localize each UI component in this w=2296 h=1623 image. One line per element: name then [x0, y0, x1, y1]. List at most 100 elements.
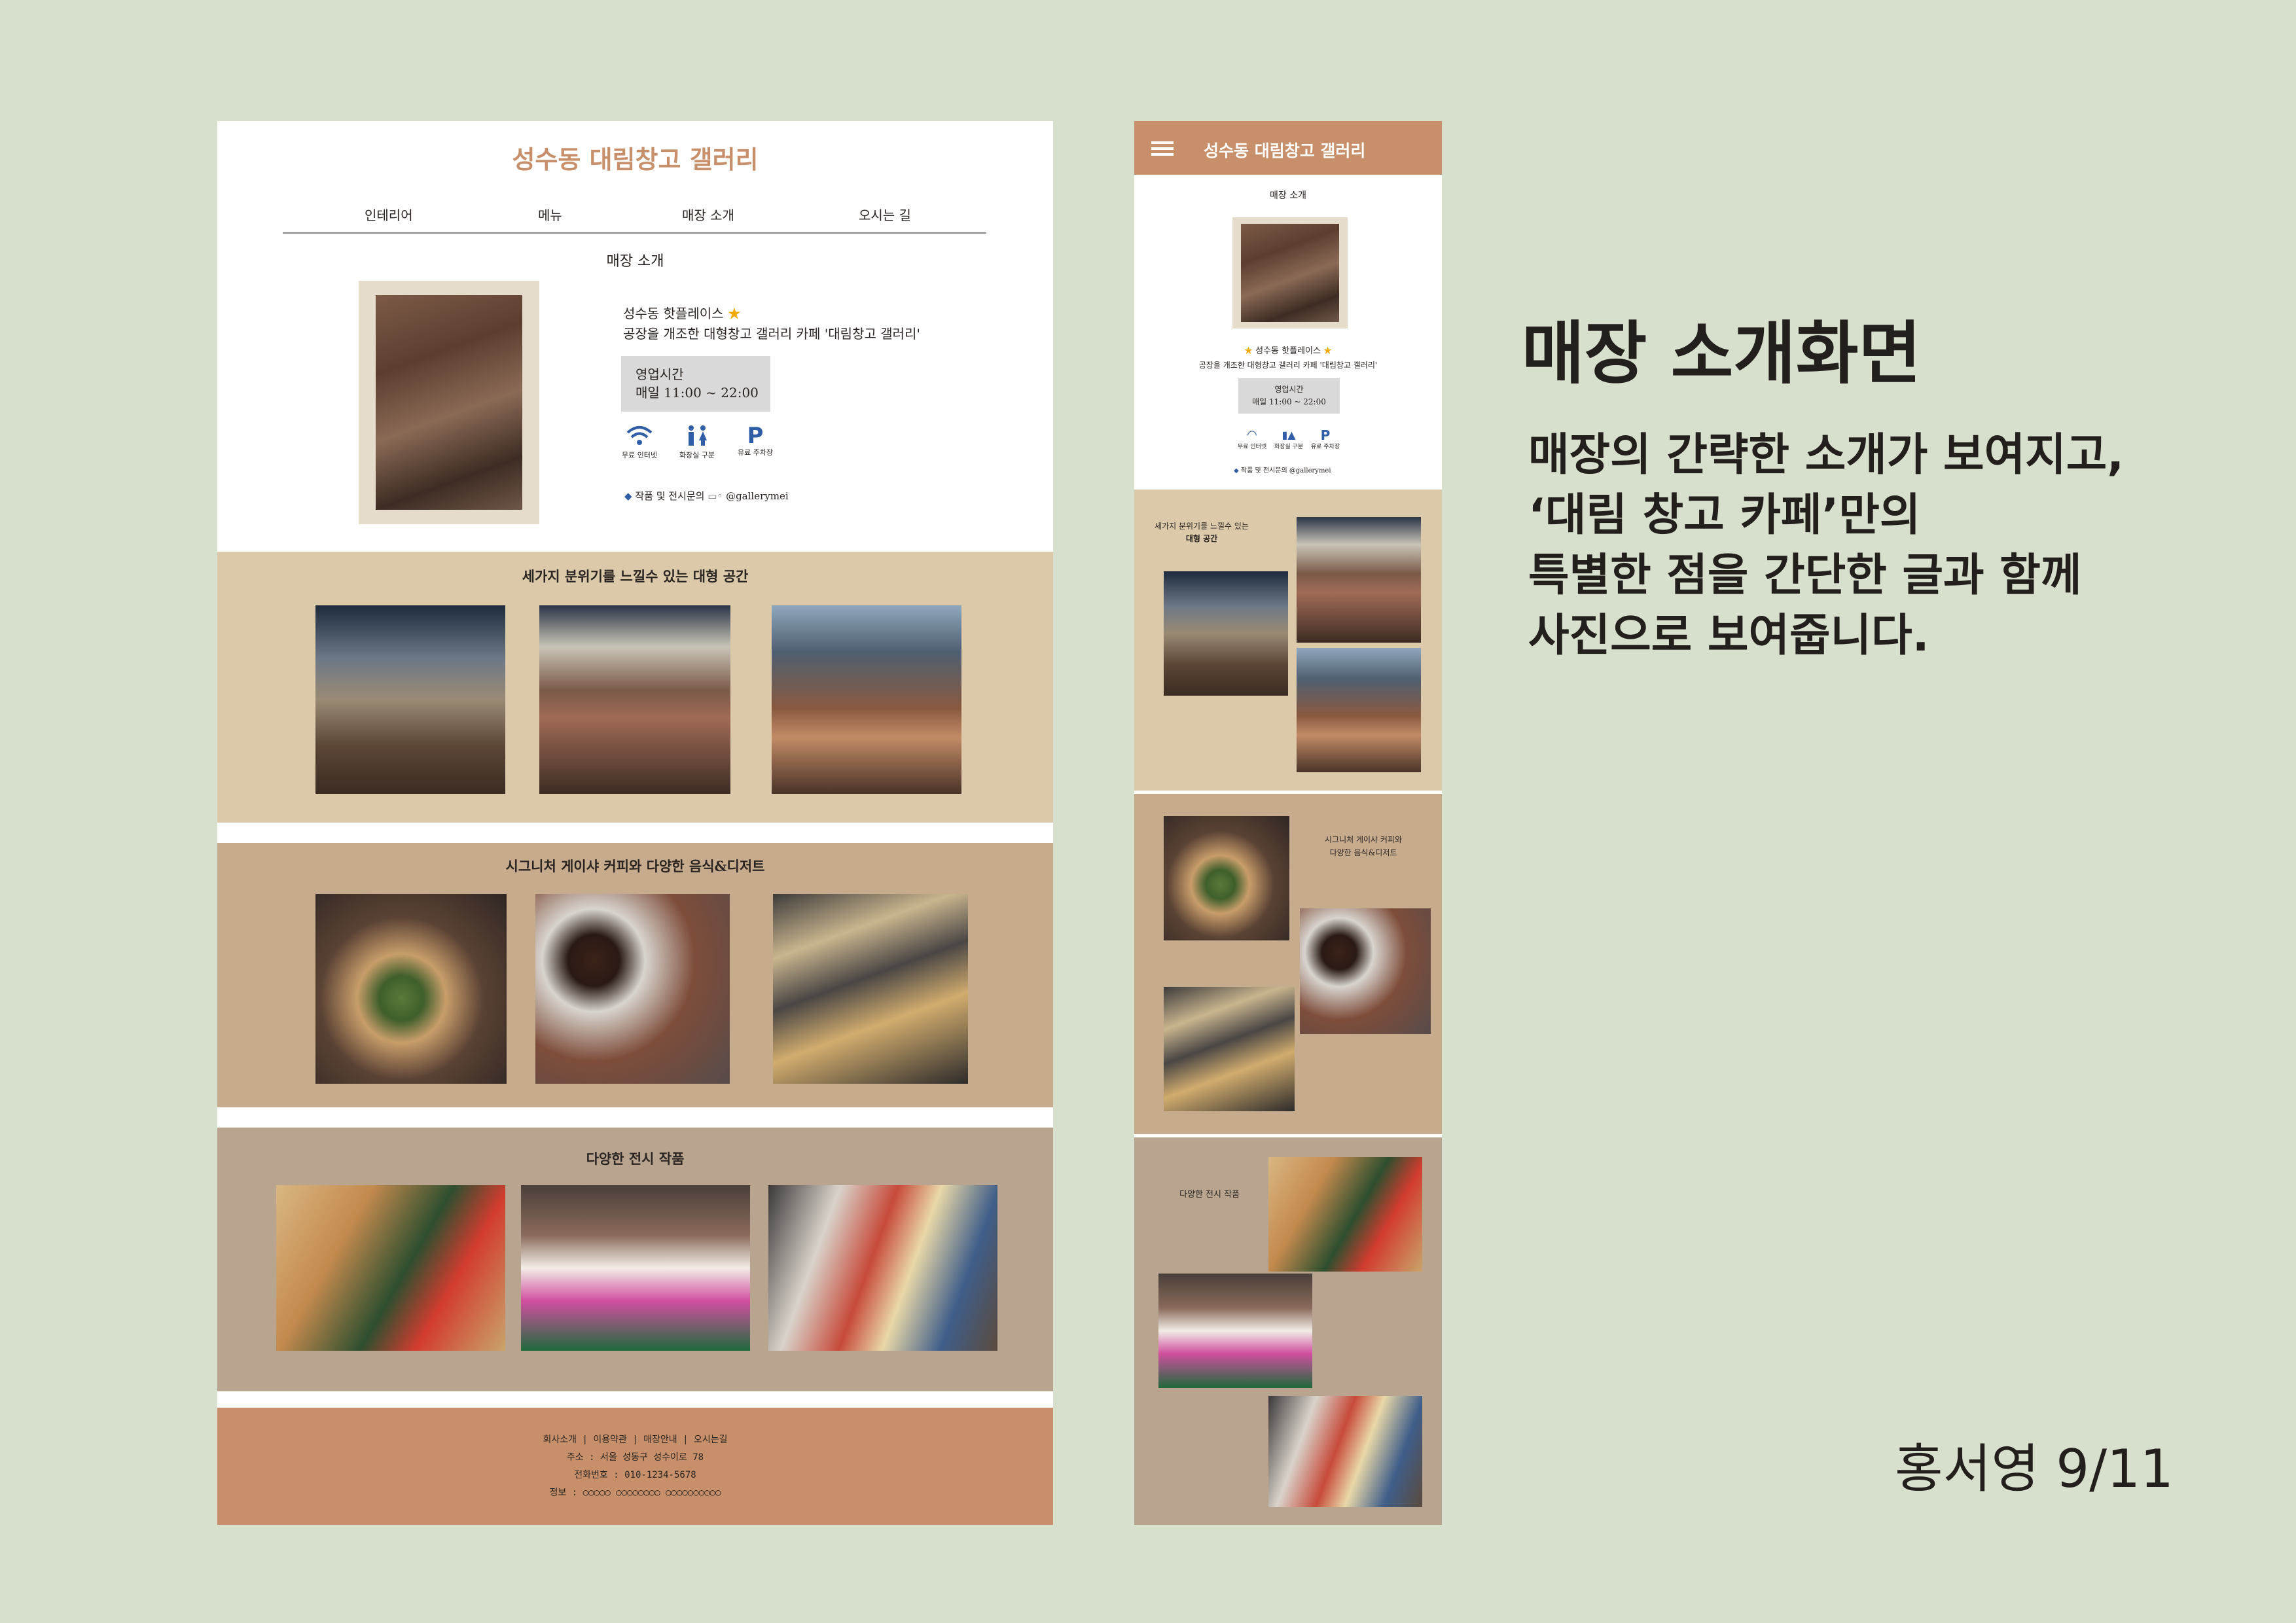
mobile-band-spaces: 세가지 분위기를 느낄수 있는 대형 공간 [1134, 490, 1442, 791]
star-icon: ★ [1244, 346, 1253, 356]
mobile-inquiry-line: ◆ 작품 및 전시문의 @gallerymei [1234, 465, 1331, 474]
nav-menu[interactable]: 메뉴 [538, 205, 562, 224]
amenity-wifi: 무료 인터넷 [613, 425, 666, 460]
star-icon: ★ [727, 306, 741, 321]
wifi-icon: ◠ [1247, 428, 1257, 442]
annotation-heading: 매장 소개화면 [1522, 313, 1922, 393]
desktop-mockup: 성수동 대림창고 갤러리 인테리어 메뉴 매장 소개 오시는 길 매장 소개 성… [217, 121, 1053, 1525]
mobile-hours-box: 영업시간 매일 11:00 ~ 22:00 [1238, 378, 1340, 414]
hours-value: 매일 11:00 ~ 22:00 [636, 385, 759, 401]
section-title: 매장 소개 [606, 253, 664, 270]
nav-interior[interactable]: 인테리어 [365, 205, 413, 224]
hours-label: 영업시간 [636, 366, 684, 382]
mobile-band-food-title-line1: 시그니처 게이샤 커피와 [1324, 835, 1403, 844]
annotation-body-line-4: 사진으로 보여줍니다. [1528, 610, 1929, 662]
food-photo-coffee [535, 894, 730, 1084]
footer-phone: 전화번호 : 010-1234-5678 [574, 1470, 696, 1480]
mobile-space-photo-1 [1164, 571, 1288, 696]
restroom-icon [689, 425, 707, 446]
mobile-band-spaces-title-line1: 세가지 분위기를 느낄수 있는 [1155, 522, 1249, 531]
restroom-icon: ▮▲ [1282, 429, 1296, 441]
site-footer: 회사소개 | 이용약관 | 매장안내 | 오시는길 주소 : 서울 성동구 성수… [217, 1408, 1053, 1525]
mobile-band-spaces-title: 세가지 분위기를 느낄수 있는 대형 공간 [1146, 520, 1257, 545]
mobile-amenity-wifi-label: 무료 인터넷 [1237, 444, 1267, 450]
author-signature: 홍서영 9/11 [1895, 1438, 2174, 1499]
mobile-warehouse-photo [1241, 224, 1339, 322]
annotation-body: 매장의 간략한 소개가 보여지고, ‘대림 창고 카페’만의 특별한 점을 간단… [1528, 425, 2124, 666]
band-spaces-title: 세가지 분위기를 느낄수 있는 대형 공간 [522, 568, 749, 584]
mobile-art-photo-2 [1158, 1274, 1312, 1388]
mobile-art-photo-3 [1268, 1396, 1422, 1507]
amenity-restroom-label: 화장실 구분 [679, 451, 715, 459]
hours-box: 영업시간 매일 11:00 ~ 22:00 [621, 356, 770, 412]
amenity-parking-label: 유료 주차장 [737, 448, 774, 457]
mobile-mockup: 성수동 대림창고 갤러리 매장 소개 ★ 성수동 핫플레이스 ★ 공장을 개조한… [1134, 121, 1442, 1525]
description-text: 공장을 개조한 대형창고 갤러리 카페 '대림창고 갤러리' [623, 326, 920, 342]
inquiry-label: 작품 및 전시문의 [635, 490, 705, 502]
footer-address: 주소 : 서울 성동구 성수이로 78 [566, 1452, 704, 1463]
desktop-site-title[interactable]: 성수동 대림창고 갤러리 [217, 139, 1053, 175]
space-photo-1 [315, 605, 505, 794]
band-spaces: 세가지 분위기를 느낄수 있는 대형 공간 [217, 552, 1053, 823]
mobile-amenity-restroom-label: 화장실 구분 [1274, 444, 1304, 450]
hotplace-line: 성수동 핫플레이스 ★ [623, 303, 741, 322]
mobile-hours-label: 영업시간 [1274, 385, 1304, 394]
mobile-band-art-title: 다양한 전시 작품 [1179, 1190, 1240, 1200]
mobile-section-title: 매장 소개 [1270, 190, 1306, 201]
mobile-hours-value: 매일 11:00 ~ 22:00 [1252, 397, 1326, 406]
parking-icon: P [1320, 427, 1331, 443]
diamond-bullet-icon: ◆ [624, 490, 632, 502]
art-photo-3 [768, 1185, 997, 1351]
space-photo-2 [539, 605, 730, 794]
annotation-body-line-1: 매장의 간략한 소개가 보여지고, [1528, 429, 2125, 481]
mobile-art-photo-1 [1268, 1157, 1422, 1272]
mobile-food-photo-coffee [1300, 908, 1431, 1034]
mobile-hotplace-line: ★ 성수동 핫플레이스 ★ [1134, 344, 1442, 356]
amenity-wifi-label: 무료 인터넷 [621, 451, 658, 459]
food-photo-pizza [315, 894, 507, 1084]
warehouse-exterior-photo [376, 295, 522, 510]
mobile-header: 성수동 대림창고 갤러리 [1134, 121, 1442, 175]
instagram-icon: ▭◦ [708, 490, 723, 502]
hamburger-menu-icon[interactable] [1151, 141, 1174, 156]
art-photo-1 [276, 1185, 505, 1351]
annotation-body-line-2: ‘대림 창고 카페’만의 [1528, 490, 1921, 541]
mobile-description: 공장을 개조한 대형창고 갤러리 카페 '대림창고 갤러리' [1198, 361, 1378, 370]
mobile-band-food-title: 시그니처 게이샤 커피와 다양한 음식&디저트 [1298, 833, 1429, 859]
amenity-restroom: 화장실 구분 [671, 425, 723, 460]
band-art: 다양한 전시 작품 [217, 1128, 1053, 1391]
mobile-band-food: 시그니처 게이샤 커피와 다양한 음식&디저트 [1134, 794, 1442, 1134]
mobile-site-title[interactable]: 성수동 대림창고 갤러리 [1204, 138, 1365, 162]
hotplace-text: 성수동 핫플레이스 [623, 306, 724, 321]
art-photo-2 [521, 1185, 750, 1351]
mobile-instagram-handle[interactable]: @gallerymei [1289, 467, 1331, 474]
band-art-title: 다양한 전시 작품 [586, 1150, 685, 1167]
mobile-hotplace-text: 성수동 핫플레이스 [1255, 346, 1321, 356]
parking-icon: P [747, 423, 764, 449]
nav-store-intro[interactable]: 매장 소개 [682, 205, 734, 224]
footer-links[interactable]: 회사소개 | 이용약관 | 매장안내 | 오시는길 [217, 1431, 1053, 1449]
instagram-handle[interactable]: @gallerymei [726, 490, 789, 502]
mobile-space-photo-3 [1297, 648, 1421, 772]
mobile-amenity-wifi: ◠ 무료 인터넷 [1232, 428, 1272, 451]
mobile-space-photo-2 [1297, 517, 1421, 643]
mobile-amenity-parking: P 유료 주차장 [1306, 429, 1345, 450]
nav-directions[interactable]: 오시는 길 [859, 205, 911, 224]
band-food: 시그니처 게이샤 커피와 다양한 음식&디저트 [217, 843, 1053, 1107]
inquiry-line: ◆ 작품 및 전시문의 ▭◦ @gallerymei [624, 489, 789, 503]
amenity-parking: P 유료 주차장 [729, 425, 781, 457]
mobile-food-photo-pizza [1164, 816, 1289, 940]
mobile-band-spaces-title-line2: 대형 공간 [1185, 534, 1218, 543]
mobile-amenity-restroom: ▮▲ 화장실 구분 [1269, 429, 1308, 450]
diamond-bullet-icon: ◆ [1234, 467, 1239, 474]
mobile-band-food-title-line2: 다양한 음식&디저트 [1329, 848, 1397, 857]
mobile-band-art: 다양한 전시 작품 [1134, 1137, 1442, 1525]
mobile-amenity-parking-label: 유료 주차장 [1310, 444, 1340, 450]
band-food-title: 시그니처 게이샤 커피와 다양한 음식&디저트 [505, 858, 765, 874]
mobile-inquiry-label: 작품 및 전시문의 [1240, 467, 1287, 474]
wifi-icon [626, 426, 653, 445]
space-photo-3 [772, 605, 961, 794]
footer-info: 정보 : ○○○○○ ○○○○○○○○ ○○○○○○○○○○ [549, 1488, 721, 1498]
annotation-body-line-3: 특별한 점을 간단한 글과 함께 [1528, 550, 2082, 601]
star-icon: ★ [1323, 346, 1333, 356]
